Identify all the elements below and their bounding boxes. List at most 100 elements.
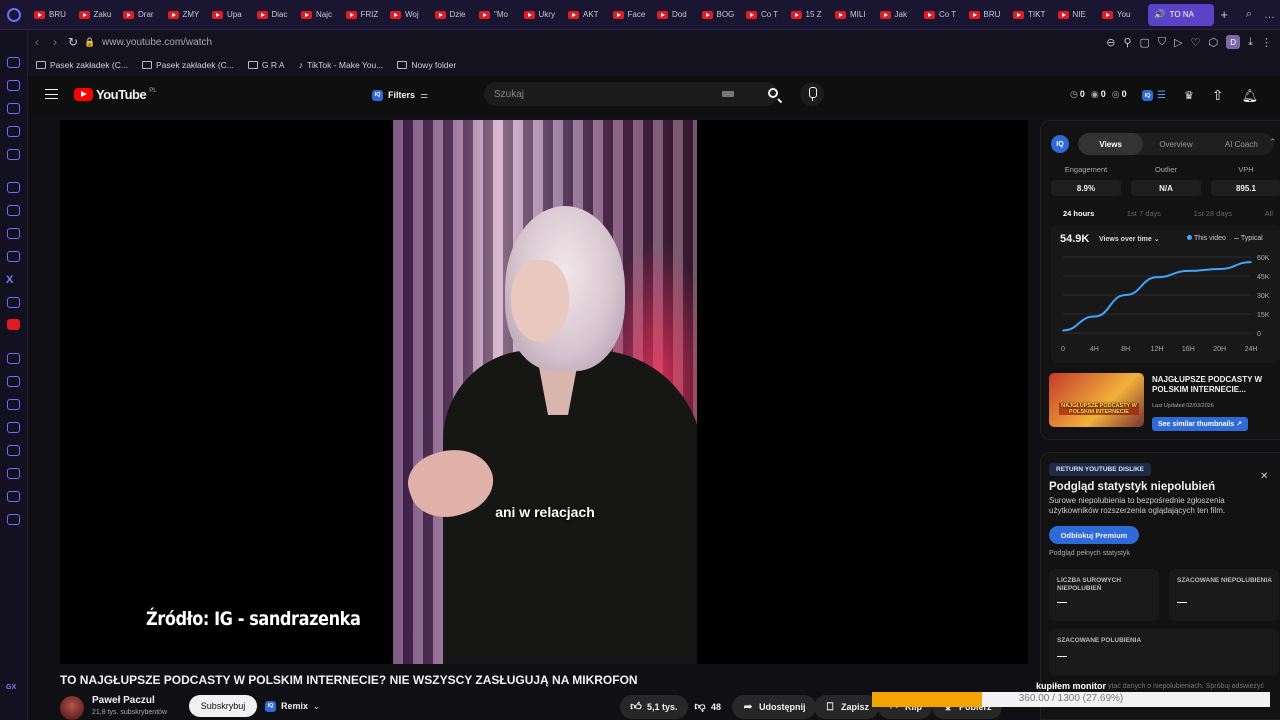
header-counter[interactable]: ◉ 0 [1091, 89, 1106, 100]
browser-tab[interactable]: Zaku [73, 4, 118, 26]
header-counter[interactable]: ◎ 0 [1112, 89, 1127, 100]
voice-search-icon[interactable] [800, 82, 824, 106]
menu-icon[interactable]: ⋮ [1261, 36, 1272, 49]
bookmark-item[interactable]: Pasek zakładek (C... [36, 60, 128, 70]
lock-icon[interactable]: 🔒 [82, 37, 98, 48]
browser-tab[interactable]: Upa [206, 4, 251, 26]
trophy-icon[interactable]: ♛ [1184, 89, 1194, 102]
download-icon[interactable]: ⤓ [1248, 36, 1253, 49]
video-thumbnail[interactable]: NAJGŁUPSZE PODCASTY W POLSKIM INTERNECIE [1049, 373, 1144, 427]
collapse-chevron-icon[interactable]: ⌃ [1269, 137, 1277, 148]
browser-tab[interactable]: Drar [117, 4, 162, 26]
views-selector[interactable]: Views over time ⌄ [1099, 235, 1160, 243]
pin-icon[interactable]: ⚲ [1123, 36, 1131, 49]
remix-button[interactable]: IQ Remix ⌄ [265, 695, 320, 717]
browser-tab[interactable]: BRU [28, 4, 73, 26]
browser-tab[interactable]: Ukry [518, 4, 563, 26]
send-icon[interactable]: ▷ [1174, 36, 1182, 49]
save-button[interactable]: ⎕ Zapisz [814, 695, 880, 719]
extensions-icon[interactable]: ⬡ [1209, 36, 1219, 49]
search-button[interactable] [756, 82, 792, 106]
keyboard-icon[interactable] [722, 91, 734, 97]
bookmark-item[interactable]: Nowy folder [397, 60, 456, 70]
sidebar-x-icon[interactable]: X [6, 274, 13, 286]
browser-tab[interactable]: Co T [918, 4, 963, 26]
period-option[interactable]: 1st 7 days [1127, 209, 1161, 218]
sidebar-gx-icon[interactable]: GX [6, 684, 16, 691]
search-input[interactable]: Szukaj [484, 82, 778, 106]
channel-avatar[interactable] [60, 696, 84, 720]
vidiq-icon[interactable]: IQ [1142, 90, 1153, 101]
dislike-button[interactable]: 👎︎ 48 [684, 695, 731, 719]
url-field[interactable]: www.youtube.com/watch [102, 37, 212, 48]
notifications-bell-icon[interactable]: 🔔︎ [1242, 88, 1259, 104]
browser-tab[interactable]: BRU [963, 4, 1008, 26]
tab-search-icon[interactable]: ⌕ [1234, 8, 1264, 21]
vidiq-logo[interactable]: IQ [1051, 135, 1069, 153]
period-option[interactable]: All [1265, 209, 1273, 218]
channel-name[interactable]: Paweł Paczul [92, 695, 155, 706]
browser-logo-icon[interactable] [0, 0, 28, 30]
sidebar-messenger-icon[interactable] [7, 57, 20, 68]
legend-typical[interactable]: Typical [1233, 235, 1263, 242]
subscribe-button[interactable]: Subskrybuj [189, 695, 257, 717]
unlock-premium-button[interactable]: Odblokuj Premium [1049, 526, 1139, 544]
browser-tab[interactable]: FRIZ [340, 4, 385, 26]
browser-tab[interactable]: Dod [651, 4, 696, 26]
sidebar-heart-icon[interactable] [7, 399, 20, 410]
browser-tab[interactable]: Woj [384, 4, 429, 26]
browser-tab[interactable]: You [1096, 4, 1141, 26]
sidebar-instagram-icon[interactable] [7, 251, 20, 262]
browser-tab[interactable]: TIKT [1007, 4, 1052, 26]
stats-bars-icon[interactable]: ☰ [1157, 90, 1166, 101]
header-counter[interactable]: ◷ 0 [1070, 89, 1085, 100]
sidebar-mail-icon[interactable] [7, 80, 20, 91]
legend-this-video[interactable]: This video [1187, 235, 1226, 242]
bookmark-item[interactable]: ♪ TikTok - Make You... [299, 60, 384, 70]
browser-tab[interactable]: Najc [295, 4, 340, 26]
browser-tab[interactable]: ZMY [162, 4, 207, 26]
sidebar-settings-icon[interactable] [7, 514, 20, 525]
sidebar-history-icon[interactable] [7, 445, 20, 456]
sidebar-discord-icon[interactable] [7, 297, 20, 308]
sidebar-downloads-icon[interactable] [7, 468, 20, 479]
browser-tab[interactable]: 15 Z [785, 4, 830, 26]
browser-tab[interactable]: AKT [562, 4, 607, 26]
close-icon[interactable]: ✕ [1260, 471, 1268, 482]
sidebar-bag-icon[interactable] [7, 103, 20, 114]
sidebar-extensions-icon[interactable] [7, 491, 20, 502]
vidiq-tab[interactable]: Views [1078, 133, 1144, 155]
period-option[interactable]: 1st 28 days [1194, 209, 1232, 218]
like-button[interactable]: 👍︎ 5,1 tys. [620, 695, 688, 719]
tab-active[interactable]: 🔊 TO NA [1148, 3, 1215, 26]
sidebar-youtube-icon[interactable] [7, 319, 20, 330]
upload-icon[interactable]: ⇧ [1212, 87, 1224, 104]
sidebar-telegram-icon[interactable] [7, 228, 20, 239]
share-button[interactable]: ➦ Udostępnij [732, 695, 816, 719]
youtube-logo[interactable]: YouTube PL [74, 87, 157, 102]
back-icon[interactable]: ‹ [28, 35, 46, 49]
shield-icon[interactable]: ⛉ [1158, 36, 1166, 49]
video-player[interactable]: ani w relacjach Źródło: IG - sandrazenka [60, 120, 1028, 664]
sidebar-play-icon[interactable] [7, 376, 20, 387]
sidebar-twitch-icon[interactable] [7, 182, 20, 193]
vidiq-tab[interactable]: AI Coach [1209, 133, 1274, 155]
browser-tab[interactable]: Diac [251, 4, 296, 26]
period-option[interactable]: 24 hours [1063, 209, 1094, 218]
zoom-icon[interactable]: ⊖ [1106, 36, 1115, 49]
profile-avatar[interactable]: D [1226, 35, 1241, 49]
bookmark-item[interactable]: Pasek zakładek (C... [141, 60, 234, 70]
sidebar-gmail-icon[interactable] [7, 149, 20, 160]
browser-tab[interactable]: Co T [740, 4, 785, 26]
browser-tab[interactable]: Jak [874, 4, 919, 26]
snapshot-icon[interactable]: ▢ [1140, 36, 1150, 49]
reload-icon[interactable]: ↻ [64, 35, 82, 49]
vidiq-tab[interactable]: Overview [1143, 133, 1208, 155]
heart-icon[interactable]: ♡ [1191, 36, 1201, 49]
browser-tab[interactable]: NIE [1052, 4, 1097, 26]
browser-tab[interactable]: "Mo [473, 4, 518, 26]
bookmark-item[interactable]: G R A [247, 60, 285, 70]
browser-tab[interactable]: BOG [696, 4, 741, 26]
menu-hamburger-icon[interactable] [45, 89, 58, 99]
window-menu-icon[interactable]: … [1264, 9, 1280, 21]
